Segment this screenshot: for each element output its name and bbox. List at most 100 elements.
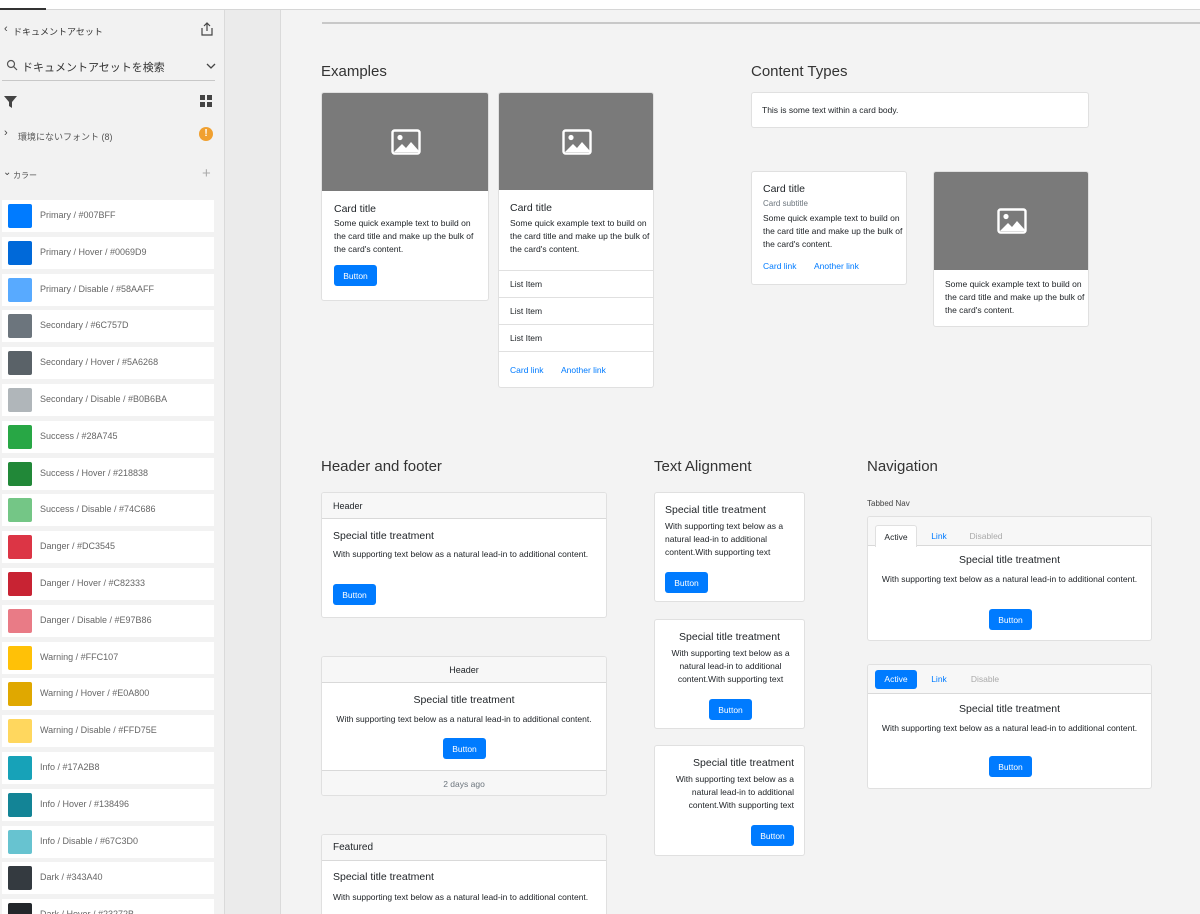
divider	[322, 22, 1200, 24]
card-text: With supporting text below as a natural …	[881, 574, 1138, 584]
color-name: Dark / Hover / #23272B	[40, 909, 134, 914]
color-chip	[8, 498, 32, 523]
image-placeholder	[934, 172, 1088, 270]
chevron-down-icon[interactable]	[206, 62, 216, 70]
back-chevron-icon[interactable]: ‹	[4, 23, 8, 35]
pill-active[interactable]: Active	[875, 670, 917, 689]
color-name: Danger / Disable / #E97B86	[40, 614, 152, 625]
color-swatch-row[interactable]: Info / #17A2B8	[2, 751, 214, 784]
color-name: Success / Disable / #74C686	[40, 504, 156, 515]
missing-fonts-label: 環境にないフォント (8)	[18, 132, 113, 142]
filter-icon[interactable]	[4, 96, 17, 108]
color-swatch-row[interactable]: Info / Disable / #67C3D0	[2, 825, 214, 858]
color-swatch-row[interactable]: Info / Hover / #138496	[2, 788, 214, 821]
list-item[interactable]: List Item	[499, 270, 653, 297]
card-title: Special title treatment	[959, 554, 1060, 566]
color-chip	[8, 682, 32, 707]
color-name: Secondary / Hover / #5A6268	[40, 357, 159, 368]
card-title: Special title treatment	[959, 703, 1060, 715]
artboard: Examples Card title Some quick example t…	[280, 10, 1200, 914]
card-button[interactable]: Button	[665, 572, 708, 593]
color-chip	[8, 314, 32, 339]
colors-section-header[interactable]: ⌄ カラー +	[0, 165, 224, 184]
tab-disabled: Disabled	[969, 531, 1003, 541]
color-swatch-row[interactable]: Dark / Hover / #23272B	[2, 899, 214, 914]
card-body-text-card: This is some text within a card body.	[751, 92, 1089, 128]
color-name: Danger / Hover / #C82333	[40, 577, 146, 588]
color-swatch-row[interactable]: Primary / #007BFF	[2, 200, 214, 232]
card-link[interactable]: Card link	[510, 365, 544, 375]
card-button[interactable]: Button	[751, 825, 794, 846]
color-swatch-row[interactable]: Secondary / #6C757D	[2, 310, 214, 343]
card-button[interactable]: Button	[989, 609, 1032, 630]
pill-nav-card: Active Link Disable Special title treatm…	[867, 664, 1152, 789]
color-swatch-row[interactable]: Primary / Hover / #0069D9	[2, 236, 214, 269]
card-button[interactable]: Button	[334, 265, 377, 286]
color-chip	[8, 645, 32, 670]
color-swatch-row[interactable]: Warning / #FFC107	[2, 641, 214, 674]
tabbed-nav-card: Active Link Disabled Special title treat…	[867, 516, 1152, 641]
color-swatch-row[interactable]: Dark / #343A40	[2, 862, 214, 895]
add-color-icon[interactable]: +	[202, 165, 211, 182]
color-swatch-row[interactable]: Warning / Hover / #E0A800	[2, 678, 214, 711]
grid-view-icon[interactable]	[200, 95, 212, 107]
card-text: Some quick example text to build on the …	[763, 213, 903, 249]
color-swatch-row[interactable]: Danger / #DC3545	[2, 531, 214, 564]
card-text: With supporting text below as a natural …	[336, 714, 592, 724]
color-chip	[8, 204, 32, 228]
assets-panel: ‹ ドキュメントアセット › 環境にないフォント (8) ! ⌄ カラー + P…	[0, 10, 225, 914]
list-item[interactable]: List Item	[499, 324, 653, 351]
color-chip	[8, 866, 32, 891]
color-chip	[8, 571, 32, 596]
tab-active[interactable]: Active	[875, 525, 917, 547]
color-name: Primary / Disable / #58AAFF	[40, 283, 155, 294]
card-button[interactable]: Button	[333, 584, 376, 605]
color-swatch-row[interactable]: Warning / Disable / #FFD75E	[2, 715, 214, 748]
missing-fonts-row[interactable]: › 環境にないフォント (8)	[0, 126, 224, 146]
color-chip	[8, 535, 32, 560]
card-title: Card title	[510, 202, 553, 214]
colors-section-label: カラー	[13, 171, 37, 180]
list-item[interactable]: List Item	[499, 297, 653, 324]
card-text: With supporting text below as a natural …	[671, 648, 790, 684]
card-button[interactable]: Button	[989, 756, 1032, 777]
card-link[interactable]: Card link	[763, 261, 797, 271]
tab-link[interactable]: Link	[923, 531, 955, 541]
card-button[interactable]: Button	[709, 699, 752, 720]
card-title: Special title treatment	[333, 530, 434, 542]
another-link[interactable]: Another link	[561, 365, 606, 375]
color-swatch-row[interactable]: Secondary / Hover / #5A6268	[2, 347, 214, 380]
card-text: Some quick example text to build on the …	[945, 279, 1085, 315]
color-swatch-row[interactable]: Danger / Disable / #E97B86	[2, 604, 214, 637]
featured-card: Featured Special title treatment With su…	[321, 834, 607, 914]
card-header: Featured	[322, 835, 606, 861]
color-swatch-row[interactable]: Success / Disable / #74C686	[2, 494, 214, 527]
text-alignment-section-title: Text Alignment	[654, 458, 752, 475]
chevron-down-icon: ⌄	[3, 167, 12, 178]
pill-disabled: Disable	[970, 674, 1000, 684]
card-text: With supporting text below as a natural …	[881, 723, 1138, 733]
color-name: Warning / Disable / #FFD75E	[40, 725, 157, 736]
color-swatch-row[interactable]: Secondary / Disable / #B0B6BA	[2, 383, 214, 416]
color-swatch-row[interactable]: Danger / Hover / #C82333	[2, 567, 214, 600]
image-icon	[997, 208, 1027, 234]
color-name: Danger / #DC3545	[40, 541, 116, 552]
asset-search-input[interactable]	[22, 58, 192, 76]
pill-link[interactable]: Link	[923, 674, 955, 684]
color-swatch-row[interactable]: Primary / Disable / #58AAFF	[2, 273, 214, 306]
share-icon[interactable]	[199, 21, 215, 37]
color-chip	[8, 351, 32, 376]
image-placeholder	[499, 93, 653, 190]
color-name: Dark / #343A40	[40, 872, 103, 883]
content-card: Card title Card subtitle Some quick exam…	[751, 171, 907, 285]
color-chip	[8, 277, 32, 302]
color-swatch-row[interactable]: Success / #28A745	[2, 420, 214, 453]
card-button[interactable]: Button	[443, 738, 486, 759]
another-link[interactable]: Another link	[814, 261, 859, 271]
warning-icon[interactable]: !	[199, 127, 213, 141]
color-swatch-row[interactable]: Success / Hover / #218838	[2, 457, 214, 490]
image-placeholder	[322, 93, 488, 191]
color-chip	[8, 829, 32, 854]
header-footer-section-title: Header and footer	[321, 458, 442, 475]
image-card: Some quick example text to build on the …	[933, 171, 1089, 327]
